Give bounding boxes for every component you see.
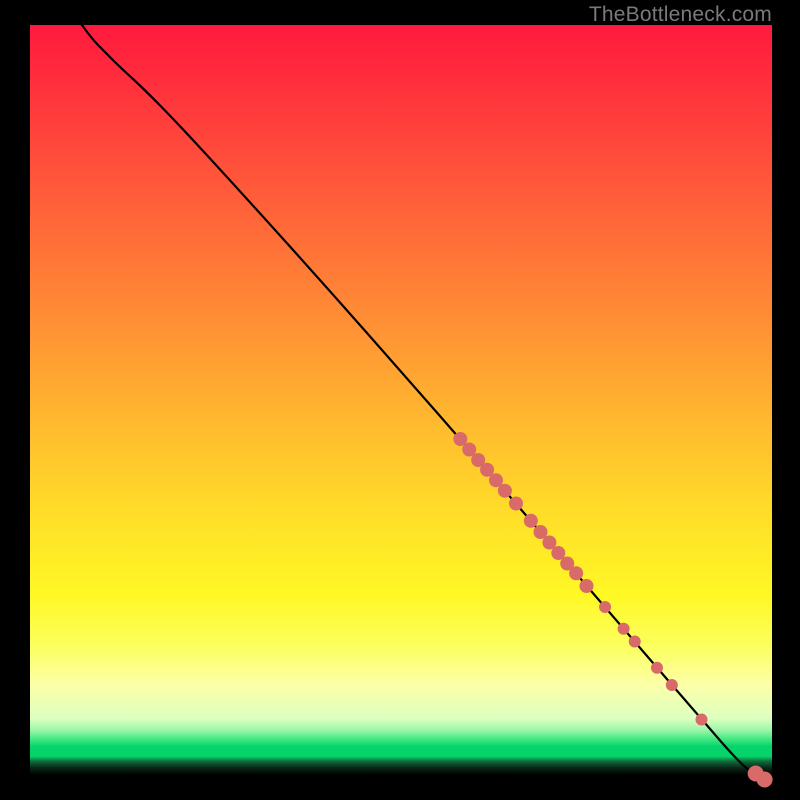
data-dot: [651, 662, 663, 674]
data-dot: [524, 514, 538, 528]
data-dot: [599, 601, 611, 613]
data-dot: [618, 623, 630, 635]
data-dot: [629, 636, 641, 648]
data-dot: [580, 579, 594, 593]
data-dot: [696, 714, 708, 726]
data-dot: [498, 484, 512, 498]
data-dot: [666, 679, 678, 691]
data-dots: [453, 432, 772, 788]
chart-stage: TheBottleneck.com: [0, 0, 800, 800]
watermark-text: TheBottleneck.com: [589, 3, 772, 27]
data-dot: [569, 566, 583, 580]
data-dot: [757, 772, 773, 788]
chart-overlay: [30, 25, 772, 775]
plot-area: [30, 25, 772, 775]
data-dot: [509, 497, 523, 511]
